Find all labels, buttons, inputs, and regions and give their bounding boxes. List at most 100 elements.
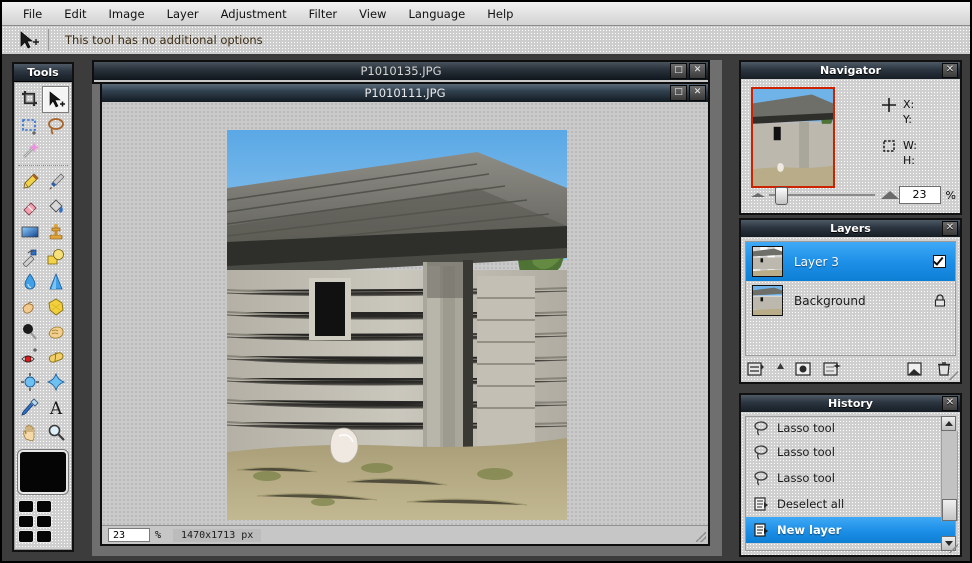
history-row[interactable]: Lasso tool xyxy=(746,439,955,465)
tool-row xyxy=(17,169,69,194)
navigator-body: X: Y: W: xyxy=(741,79,960,213)
zoom-tool[interactable] xyxy=(43,419,69,444)
pencil-tool[interactable] xyxy=(17,169,43,194)
hand-tool[interactable] xyxy=(17,419,43,444)
tool-blank xyxy=(43,138,69,163)
child-window-title-bar[interactable]: P1010135.JPG □ ✕ xyxy=(94,62,708,80)
eraser-tool[interactable] xyxy=(17,194,43,219)
maximize-icon[interactable]: □ xyxy=(670,63,687,79)
navigator-zoom-slider[interactable]: 23 % xyxy=(751,186,956,204)
palette-swatch[interactable] xyxy=(18,515,34,528)
history-resize-grip[interactable] xyxy=(949,544,958,553)
blur-tool[interactable] xyxy=(17,269,43,294)
lock-icon xyxy=(934,294,946,307)
child-window-title: P1010135.JPG xyxy=(360,64,441,78)
history-list[interactable]: Lasso tool Lasso tool xyxy=(745,416,956,551)
palette-swatch[interactable] xyxy=(36,515,52,528)
red-eye-tool[interactable] xyxy=(17,344,43,369)
bloat-tool[interactable] xyxy=(17,369,43,394)
zoom-slider-track[interactable] xyxy=(769,194,875,196)
layer-properties-button[interactable] xyxy=(747,361,765,377)
text-tool[interactable]: A xyxy=(43,394,69,419)
duplicate-layer-button[interactable] xyxy=(906,361,924,377)
blacken-tool[interactable] xyxy=(17,319,43,344)
child-window-title-bar[interactable]: P1010111.JPG □ ✕ xyxy=(102,84,708,102)
close-icon[interactable]: ✕ xyxy=(942,396,958,411)
palette-swatch[interactable] xyxy=(36,530,52,543)
history-label: Lasso tool xyxy=(777,471,835,485)
photo-image[interactable] xyxy=(227,130,567,520)
menu-item-adjustment[interactable]: Adjustment xyxy=(210,4,298,24)
menu-item-language[interactable]: Language xyxy=(397,4,476,24)
smudge-tool[interactable] xyxy=(17,244,43,269)
document-icon xyxy=(753,522,770,538)
tools-separator xyxy=(18,165,68,167)
layer-row-background[interactable]: Background xyxy=(746,281,955,320)
magic-wand-tool[interactable] xyxy=(17,138,43,163)
layer-list[interactable]: Layer 3 Background xyxy=(745,241,956,356)
menu-item-edit[interactable]: Edit xyxy=(53,4,97,24)
menu-item-filter[interactable]: Filter xyxy=(298,4,348,24)
navigator-thumbnail[interactable] xyxy=(751,87,835,188)
document-area: P1010135.JPG □ ✕ P1010111.JPG □ ✕ xyxy=(92,60,722,556)
scroll-up-button[interactable] xyxy=(941,416,956,431)
new-layer-button[interactable] xyxy=(823,361,841,377)
tools-panel-title: Tools xyxy=(14,64,72,82)
history-row-selected[interactable]: New layer xyxy=(746,517,955,543)
menu-item-layer[interactable]: Layer xyxy=(156,4,210,24)
dodge-tool[interactable] xyxy=(17,294,43,319)
pinch-tool[interactable] xyxy=(43,369,69,394)
image-canvas[interactable]: 23 % 1470x1713 px xyxy=(102,102,708,544)
shape-tool[interactable] xyxy=(43,244,69,269)
crop-tool[interactable] xyxy=(17,86,42,111)
menu-item-file[interactable]: File xyxy=(12,4,53,24)
close-icon[interactable]: ✕ xyxy=(942,63,958,78)
history-body: Lasso tool Lasso tool xyxy=(741,412,960,555)
paintbrush-tool[interactable] xyxy=(43,169,69,194)
layers-resize-grip[interactable] xyxy=(949,371,958,380)
burn-tool[interactable] xyxy=(43,294,69,319)
foreground-color-swatch[interactable] xyxy=(18,450,68,494)
paint-bucket-tool[interactable] xyxy=(43,194,69,219)
close-icon[interactable]: ✕ xyxy=(942,221,958,236)
zoom-in-icon[interactable] xyxy=(881,191,899,199)
clone-stamp-tool[interactable] xyxy=(43,219,69,244)
palette-swatch[interactable] xyxy=(36,500,52,513)
zoom-out-icon[interactable] xyxy=(751,193,765,197)
gradient-tool[interactable] xyxy=(17,219,43,244)
maximize-icon[interactable]: □ xyxy=(670,85,687,101)
palette-swatch[interactable] xyxy=(18,530,34,543)
menu-item-help[interactable]: Help xyxy=(476,4,524,24)
resize-grip[interactable] xyxy=(696,532,706,542)
history-row[interactable]: Lasso tool xyxy=(746,465,955,491)
layer-mask-button[interactable] xyxy=(794,361,812,377)
lasso-tool[interactable] xyxy=(43,113,69,138)
close-icon[interactable]: ✕ xyxy=(689,85,706,101)
zoom-slider-handle[interactable] xyxy=(775,187,788,205)
sharpen-tool[interactable] xyxy=(43,269,69,294)
child-window-P1010111[interactable]: P1010111.JPG □ ✕ xyxy=(100,82,710,546)
layer-move-up-icon[interactable] xyxy=(776,361,785,377)
child-window-P1010135[interactable]: P1010135.JPG □ ✕ xyxy=(92,60,710,84)
zoom-input[interactable]: 23 xyxy=(108,528,150,542)
scrollbar-thumb[interactable] xyxy=(942,499,957,521)
tool-row xyxy=(17,194,69,219)
navigator-zoom-input[interactable]: 23 xyxy=(899,186,941,204)
pill-tool[interactable] xyxy=(43,344,69,369)
move-tool[interactable] xyxy=(42,86,69,113)
scrollbar-track[interactable] xyxy=(941,431,958,521)
close-icon[interactable]: ✕ xyxy=(689,63,706,79)
layer-row-layer3[interactable]: Layer 3 xyxy=(746,242,955,281)
layer-visibility-checkbox[interactable] xyxy=(933,255,946,268)
menu-item-view[interactable]: View xyxy=(348,4,397,24)
tool-row xyxy=(17,86,69,113)
history-scrollbar[interactable] xyxy=(941,416,956,551)
eyedropper-tool[interactable] xyxy=(17,394,43,419)
history-row[interactable]: Lasso tool xyxy=(746,417,955,439)
history-row[interactable]: Deselect all xyxy=(746,491,955,517)
lasso-icon xyxy=(753,420,770,436)
sponge-tool[interactable] xyxy=(43,319,69,344)
menu-item-image[interactable]: Image xyxy=(98,4,156,24)
palette-swatch[interactable] xyxy=(18,500,34,513)
rectangle-select-tool[interactable] xyxy=(17,113,43,138)
